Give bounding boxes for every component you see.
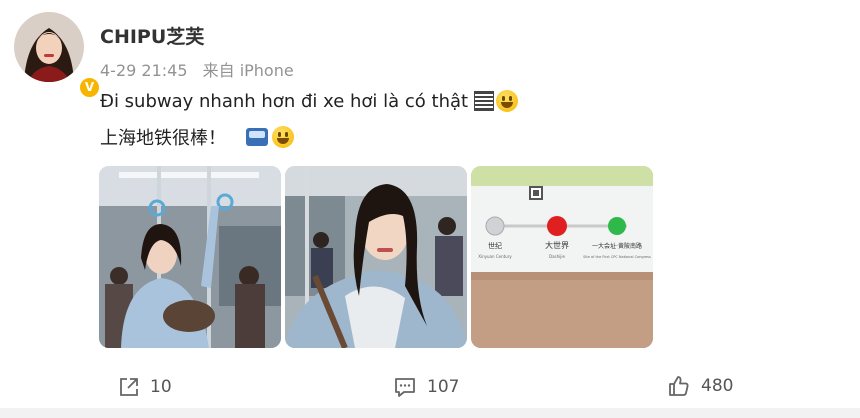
post-text: 上海地铁很棒！ [100,128,226,149]
current-station-light [547,216,567,236]
subway-selfie-photo [99,166,281,348]
station-label-en: Site of the First CPC National Congress [583,255,651,259]
share-icon [120,378,138,396]
post-text: Đi subway nhanh hơn đi xe hơi là có thật [100,90,469,112]
station-label: 一大会址·黄陂南路 [592,242,642,250]
station-label-en: Dashijie [549,254,565,259]
station-indicator-photo: 世纪 大世界 一大会址·黄陂南路 Xinyuan Century Dashiji… [471,166,653,348]
post-source: 来自 iPhone [202,61,294,80]
grinning-emoji-icon [272,126,294,148]
striped-flag-icon [474,91,495,111]
avatar-photo [14,12,84,82]
like-button[interactable]: 480 [667,374,733,398]
post-text-line-1: Đi subway nhanh hơn đi xe hơi là có thật [100,90,519,112]
grinning-emoji-icon [496,90,519,112]
weibo-post: V CHIPU芝芙 4-29 21:45 来自 iPhone Đi subway… [0,0,860,408]
verified-badge-icon: V [78,76,101,99]
thumbs-up-icon [669,376,689,396]
avatar[interactable]: V [14,12,101,99]
post-image-1[interactable] [99,166,281,348]
repost-button[interactable]: 10 [118,376,172,398]
timestamp[interactable]: 4-29 21:45 [100,61,188,80]
feed-divider [0,408,860,418]
metro-train-icon [246,128,268,146]
post-image-2[interactable] [285,166,467,348]
post-image-3[interactable]: 世纪 大世界 一大会址·黄陂南路 Xinyuan Century Dashiji… [471,166,653,348]
subway-selfie-closeup-photo [285,166,467,348]
post-actions: 10 107 480 [0,372,860,402]
post-text-line-2: 上海地铁很棒！ [100,124,294,150]
like-count: 480 [701,376,734,396]
username[interactable]: CHIPU芝芙 [100,22,204,49]
next-station-light [608,217,626,235]
station-label: 世纪 [488,241,502,250]
comment-icon [395,378,415,397]
post-meta: 4-29 21:45 来自 iPhone [100,57,294,81]
comment-button[interactable]: 107 [393,376,459,398]
comment-count: 107 [427,377,460,397]
station-label: 大世界 [545,240,569,250]
repost-count: 10 [150,377,172,397]
station-label-en: Xinyuan Century [478,254,512,259]
